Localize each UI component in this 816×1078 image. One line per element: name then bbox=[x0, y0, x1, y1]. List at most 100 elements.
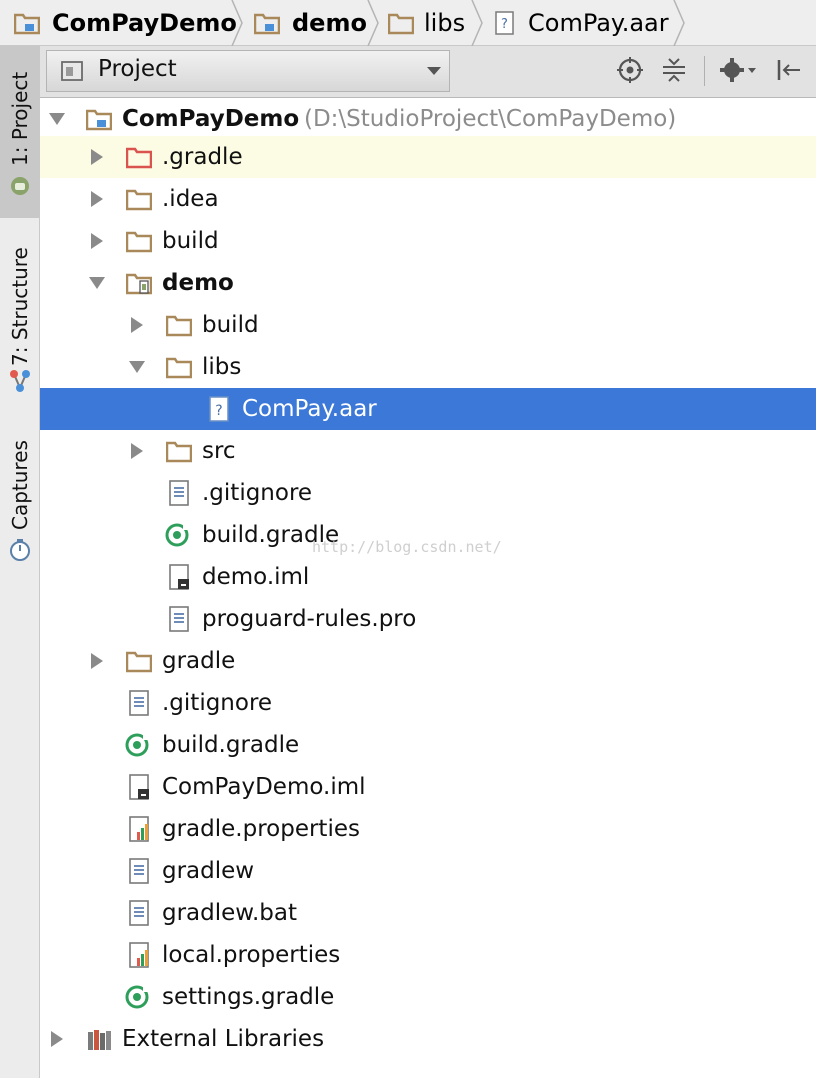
breadcrumb-label: demo bbox=[292, 9, 367, 37]
tree-node-idea[interactable]: .idea bbox=[40, 178, 816, 220]
breadcrumb-item-demo[interactable]: demo bbox=[254, 0, 367, 46]
tree-node-label: .gitignore bbox=[202, 480, 313, 506]
tree-node-compaydemo-iml[interactable]: ComPayDemo.iml bbox=[40, 766, 816, 808]
tree-node-label: .idea bbox=[162, 186, 219, 212]
tree-node-label: build bbox=[162, 228, 219, 254]
text-file-icon bbox=[169, 606, 189, 632]
tool-window-strip: 1: Project 7: Structure Captures bbox=[0, 46, 40, 1078]
tree-node-local-properties[interactable]: local.properties bbox=[40, 934, 816, 976]
collapsed-arrow-icon[interactable] bbox=[128, 316, 146, 334]
structure-icon bbox=[10, 370, 30, 392]
navigation-breadcrumb: ComPayDemo demo libs ? ComPay.aar bbox=[0, 0, 816, 46]
breadcrumb-separator bbox=[231, 0, 243, 46]
collapsed-arrow-icon[interactable] bbox=[88, 232, 106, 250]
tool-tab-label: 7: Structure bbox=[8, 247, 32, 366]
text-file-icon bbox=[129, 858, 149, 884]
tool-tab-captures[interactable]: Captures bbox=[0, 418, 40, 568]
collapsed-arrow-icon[interactable] bbox=[88, 148, 106, 166]
text-file-icon bbox=[129, 900, 149, 926]
tree-node-demo-iml[interactable]: demo.iml bbox=[40, 556, 816, 598]
iml-file-icon bbox=[169, 564, 189, 590]
tree-node-label: .gradle bbox=[162, 144, 243, 170]
tree-node-label: build bbox=[202, 312, 259, 338]
breadcrumb-separator bbox=[367, 0, 379, 46]
tree-node-label: gradlew bbox=[162, 858, 255, 884]
text-file-icon bbox=[169, 480, 189, 506]
tree-node-label: demo bbox=[162, 270, 234, 296]
tree-node-build[interactable]: build bbox=[40, 220, 816, 262]
collapsed-arrow-icon[interactable] bbox=[88, 652, 106, 670]
tree-node-label: src bbox=[202, 438, 236, 464]
tree-node-root[interactable]: ComPayDemo (D:\StudioProject\ComPayDemo) bbox=[40, 98, 816, 140]
expanded-arrow-icon[interactable] bbox=[88, 274, 106, 292]
tree-node-external-libraries[interactable]: External Libraries bbox=[40, 1018, 816, 1060]
locate-icon[interactable] bbox=[616, 56, 644, 84]
gradle-file-icon bbox=[125, 733, 149, 757]
folder-icon bbox=[166, 315, 192, 337]
breadcrumb-separator bbox=[471, 0, 483, 46]
tree-node-src[interactable]: src bbox=[40, 430, 816, 472]
tree-node-label: External Libraries bbox=[122, 1026, 325, 1052]
tree-node-label: settings.gradle bbox=[162, 984, 335, 1010]
breadcrumb-label: libs bbox=[424, 9, 466, 37]
tree-node-gradle-dir[interactable]: gradle bbox=[40, 640, 816, 682]
unknown-file-icon: ? bbox=[209, 396, 229, 422]
tree-node-gradlew[interactable]: gradlew bbox=[40, 850, 816, 892]
collapse-all-icon[interactable] bbox=[660, 56, 688, 84]
toolbar-divider bbox=[704, 56, 705, 86]
collapsed-arrow-icon[interactable] bbox=[88, 190, 106, 208]
project-tree: ComPayDemo (D:\StudioProject\ComPayDemo)… bbox=[40, 98, 816, 1078]
tree-node-demo-build[interactable]: build bbox=[40, 304, 816, 346]
external-libraries-icon bbox=[88, 1030, 111, 1050]
chevron-down-icon bbox=[427, 67, 441, 75]
tree-node-label: ComPayDemo bbox=[122, 106, 300, 132]
breadcrumb-item-compay-aar[interactable]: ? ComPay.aar bbox=[494, 0, 669, 46]
folder-icon bbox=[388, 13, 414, 35]
iml-file-icon bbox=[129, 774, 149, 800]
tree-node-path: (D:\StudioProject\ComPayDemo) bbox=[304, 106, 677, 132]
tree-node-label: gradlew.bat bbox=[162, 900, 298, 926]
expanded-arrow-icon[interactable] bbox=[48, 110, 66, 128]
folder-icon bbox=[166, 357, 192, 379]
tool-tab-label: 1: Project bbox=[8, 71, 32, 166]
unknown-file-icon: ? bbox=[495, 11, 514, 35]
module-folder-icon bbox=[86, 109, 112, 131]
folder-icon bbox=[126, 231, 152, 253]
settings-gear-icon[interactable] bbox=[718, 56, 758, 84]
tree-node-label: gradle bbox=[162, 648, 236, 674]
project-view-icon bbox=[61, 61, 83, 81]
breadcrumb-label: ComPayDemo bbox=[52, 9, 237, 37]
tree-node-root-gitignore[interactable]: .gitignore bbox=[40, 682, 816, 724]
svg-text:?: ? bbox=[501, 17, 508, 32]
hide-panel-icon[interactable] bbox=[774, 56, 802, 84]
breadcrumb-label: ComPay.aar bbox=[528, 9, 669, 37]
tree-node-compay-aar[interactable]: ? ComPay.aar bbox=[40, 388, 816, 430]
module-folder-icon bbox=[254, 13, 280, 35]
tree-node-demo-gitignore[interactable]: .gitignore bbox=[40, 472, 816, 514]
tree-node-gradlew-bat[interactable]: gradlew.bat bbox=[40, 892, 816, 934]
tree-node-demo[interactable]: demo bbox=[40, 262, 816, 304]
tree-node-libs[interactable]: libs bbox=[40, 346, 816, 388]
tree-node-settings-gradle[interactable]: settings.gradle bbox=[40, 976, 816, 1018]
tree-node-root-build-gradle[interactable]: build.gradle bbox=[40, 724, 816, 766]
captures-icon bbox=[10, 539, 30, 561]
view-mode-label: Project bbox=[98, 56, 177, 82]
breadcrumb-item-compaydemo[interactable]: ComPayDemo bbox=[14, 0, 237, 46]
tree-node-proguard-rules[interactable]: proguard-rules.pro bbox=[40, 598, 816, 640]
folder-icon bbox=[126, 189, 152, 211]
breadcrumb-separator bbox=[673, 0, 685, 46]
collapsed-arrow-icon[interactable] bbox=[128, 442, 146, 460]
gradle-file-icon bbox=[125, 985, 149, 1009]
expanded-arrow-icon[interactable] bbox=[128, 358, 146, 376]
breadcrumb-item-libs[interactable]: libs bbox=[388, 0, 465, 46]
tree-node-label: libs bbox=[202, 354, 242, 380]
watermark: http://blog.csdn.net/ bbox=[312, 538, 502, 556]
tree-node-gradle-folder[interactable]: .gradle bbox=[40, 136, 816, 178]
tool-tab-structure[interactable]: 7: Structure bbox=[0, 228, 40, 396]
tool-tab-project[interactable]: 1: Project bbox=[0, 46, 40, 218]
svg-text:?: ? bbox=[215, 403, 222, 419]
tree-node-label: local.properties bbox=[162, 942, 341, 968]
collapsed-arrow-icon[interactable] bbox=[48, 1030, 66, 1048]
module-folder-icon bbox=[14, 13, 40, 35]
tree-node-gradle-properties[interactable]: gradle.properties bbox=[40, 808, 816, 850]
